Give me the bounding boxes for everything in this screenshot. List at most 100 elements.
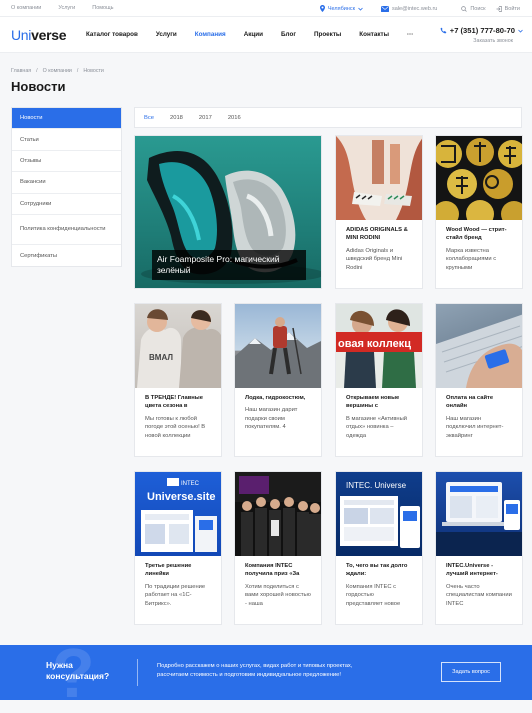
news-title: Открываем новые вершины с [346, 395, 400, 410]
top-bar: О компании Услуги Помощь Челябинск sale@… [0, 0, 532, 17]
nav-blog[interactable]: Блог [281, 31, 296, 38]
nav-catalog[interactable]: Каталог товаров [86, 31, 138, 38]
year-filter-2017[interactable]: 2017 [199, 115, 212, 121]
news-image: овая коллекц [336, 304, 422, 388]
news-title: INTEC.Universe - лучший интернет- [446, 563, 498, 578]
nav-contacts[interactable]: Контакты [359, 31, 389, 38]
phone-icon [440, 27, 447, 34]
search-label: Поиск [470, 5, 486, 12]
adidas-illustration [336, 136, 422, 220]
news-card-featured[interactable]: Air Foamposite Pro: магический зелёный [134, 135, 322, 289]
consultation-text-line-1: Подробно расскажем о наших услугах, вида… [157, 663, 353, 669]
consultation-text: Подробно расскажем о наших услугах, вида… [157, 662, 352, 680]
news-image [235, 304, 321, 388]
logo[interactable]: Universe [11, 27, 86, 43]
main-header: Universe Каталог товаров Услуги Компания… [0, 17, 532, 53]
mail-icon [381, 5, 390, 12]
news-title: То, чего вы так долго ждали: [346, 563, 408, 578]
nav-services[interactable]: Услуги [156, 31, 177, 38]
news-card[interactable]: ADIDAS ORIGINALS & MINI RODINI Adidas Or… [335, 135, 423, 289]
phone-label: +7 (351) 777-80-70 [449, 26, 515, 35]
nav-promotions[interactable]: Акции [244, 31, 263, 38]
top-link-services[interactable]: Услуги [58, 5, 75, 11]
hoodies-illustration: ВМАЛ [137, 309, 221, 388]
universe-site-text: Universe.site [147, 491, 215, 503]
news-card[interactable]: Компания INTEC получила приз «За Хотим п… [234, 471, 322, 625]
year-filter: Все 2018 2017 2016 [134, 107, 522, 128]
collection-illustration: овая коллекц [336, 304, 422, 388]
callback-link[interactable]: Заказать звонок [440, 38, 513, 44]
collection-banner-text: овая коллекц [338, 338, 411, 350]
news-card[interactable]: INTEC. Universe То, чего вы так долго жд… [335, 471, 423, 625]
top-link-about[interactable]: О компании [11, 5, 41, 11]
sidebar-item-certificates[interactable]: Сертификаты [12, 245, 121, 266]
news-card[interactable]: Wood Wood — стрит-стайл бренд Марка изве… [435, 135, 523, 289]
consultation-heading-line-1: Нужна [46, 660, 73, 670]
universe-site-illustration: INTEC Universe.site [141, 478, 217, 552]
news-card[interactable]: Оплата на сайте онлайн Наш магазин подкл… [435, 303, 523, 457]
nav-company[interactable]: Компания [195, 31, 226, 38]
year-filter-all[interactable]: Все [144, 115, 154, 121]
nav-more[interactable]: ··· [407, 31, 413, 38]
sidebar-item-reviews[interactable]: Отзывы [12, 151, 121, 173]
year-filter-2018[interactable]: 2018 [170, 115, 183, 121]
news-title: Лодка, гидрокостюм, [245, 395, 306, 401]
crumb-news: Новости [83, 68, 104, 74]
email-link[interactable]: sale@intec.web.ru [381, 5, 437, 12]
news-card[interactable]: Лодка, гидрокостюм, Наш магазин дарит по… [234, 303, 322, 457]
logo-part-1: Uni [11, 26, 32, 43]
divider [137, 659, 138, 686]
crumb-about[interactable]: О компании [43, 68, 72, 74]
consultation-heading: Нужна консультация? [46, 660, 109, 683]
news-image [235, 472, 321, 556]
sidebar-item-staff[interactable]: Сотрудники [12, 194, 121, 215]
news-description: Adidas Originals и шведский бренд Mini R… [346, 247, 403, 271]
location-pin-icon [319, 5, 325, 12]
coins-illustration [436, 138, 522, 220]
login-icon [496, 5, 502, 12]
news-image [436, 472, 522, 556]
news-title: Компания INTEC получила приз «За [245, 563, 300, 578]
sidebar-item-articles[interactable]: Статьи [12, 129, 121, 151]
logo-part-2: verse [31, 26, 67, 43]
sidebar-item-news[interactable]: Новости [12, 108, 121, 130]
news-description: В магазине «Активный отдых» новинка – од… [346, 415, 408, 439]
sidebar-item-privacy[interactable]: Политика конфиденциальности [12, 215, 121, 245]
chevron-down-icon [518, 29, 523, 33]
year-filter-2016[interactable]: 2016 [228, 115, 241, 121]
news-title: ADIDAS ORIGINALS & MINI RODINI [346, 227, 408, 242]
consultation-heading-line-2: консультация? [46, 671, 110, 682]
hoodie-print: ВМАЛ [149, 353, 173, 362]
page-title: Новости [11, 79, 66, 94]
news-image: Air Foamposite Pro: магический зелёный [135, 136, 321, 288]
news-card[interactable]: INTEC.Universe - лучший интернет- Очень … [435, 471, 523, 625]
payment-illustration [436, 314, 522, 388]
news-image: ВМАЛ [135, 304, 221, 388]
news-title: Wood Wood — стрит-стайл бренд [446, 227, 507, 242]
news-description: Марка известна коллаборациями с крупными [446, 247, 497, 271]
top-link-help[interactable]: Помощь [92, 5, 113, 11]
news-card[interactable]: ВМАЛ В ТРЕНДЕ! Главные цвета сезона в Мы… [134, 303, 222, 457]
consultation-text-line-2: рассчитаем стоимость и подготовим индиви… [157, 671, 341, 678]
news-image [436, 304, 522, 388]
ask-question-button[interactable]: Задать вопрос [441, 662, 501, 682]
nav-projects[interactable]: Проекты [314, 31, 341, 38]
phone-number[interactable]: +7 (351) 777-80-70 [440, 26, 523, 35]
crumb-home[interactable]: Главная [11, 68, 31, 74]
chevron-down-icon [358, 7, 363, 11]
sidebar-item-vacancies[interactable]: Вакансии [12, 172, 121, 194]
news-description: По традиции решение работает на «1С-Битр… [145, 583, 206, 607]
search-icon [461, 5, 468, 12]
award-team-illustration [235, 472, 321, 556]
login-button[interactable]: Войти [496, 6, 520, 12]
sidebar-menu: Новости Статьи Отзывы Вакансии Сотрудник… [11, 107, 122, 268]
hiker-illustration [235, 317, 321, 388]
city-selector[interactable]: Челябинск [319, 5, 363, 12]
search-button[interactable]: Поиск [461, 5, 486, 12]
news-description: Мы готовы к любой погоде этой осенью! В … [145, 415, 206, 439]
news-card[interactable]: INTEC Universe.site Третье решение линей… [134, 471, 222, 625]
featured-caption: Air Foamposite Pro: магический зелёный [152, 249, 306, 280]
intec-universe-text: INTEC. Universe [346, 481, 407, 490]
news-card[interactable]: овая коллекц Открываем новые вершины с В… [335, 303, 423, 457]
news-description: Компания INTEC с гордостью представляет … [346, 583, 401, 607]
